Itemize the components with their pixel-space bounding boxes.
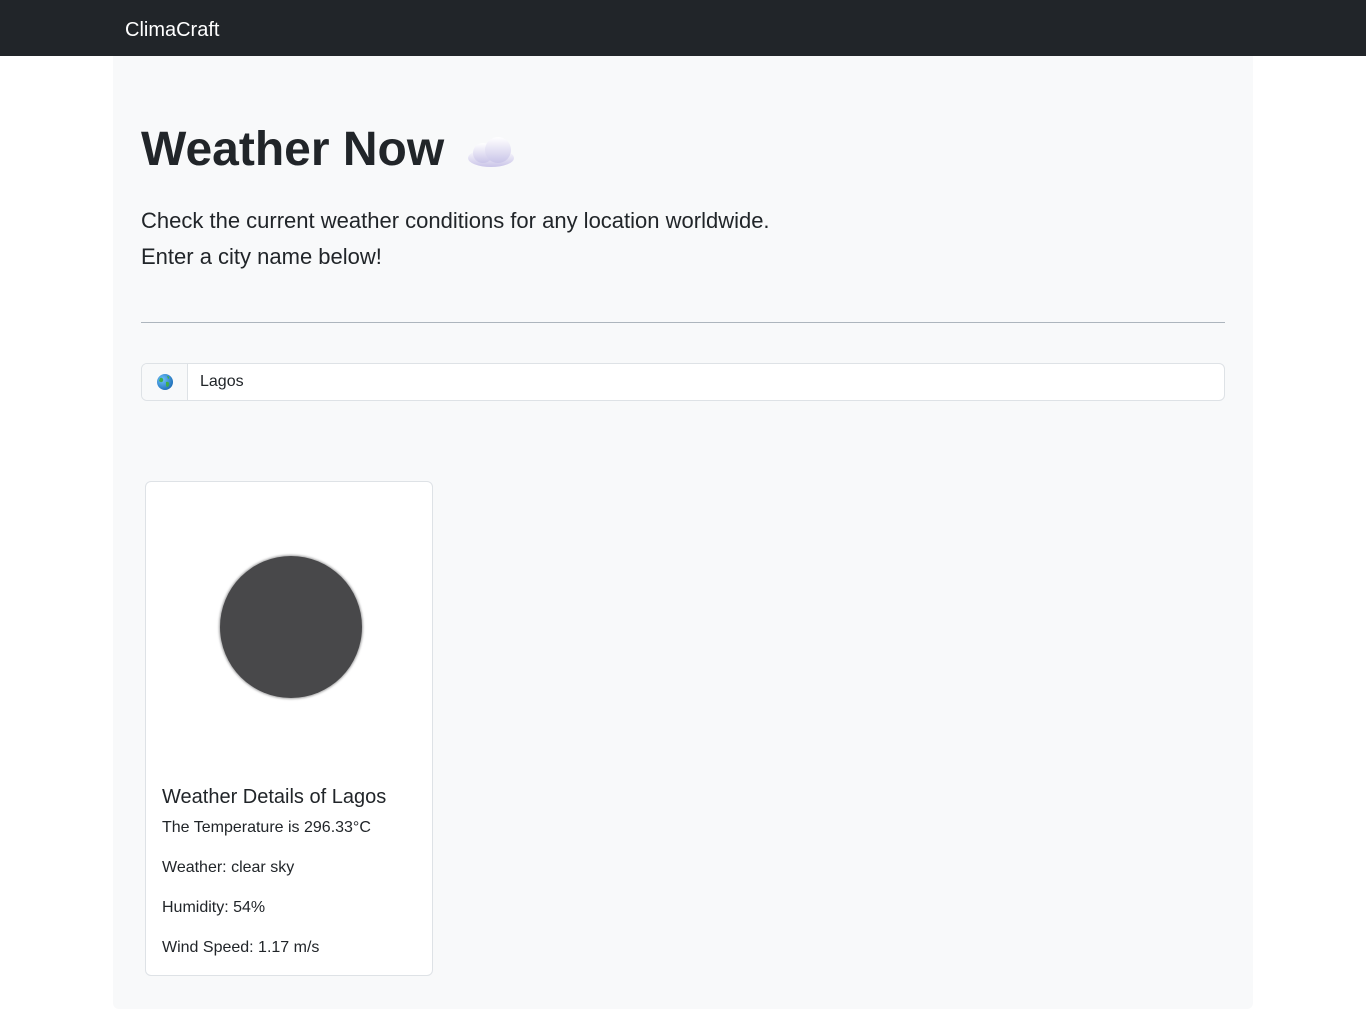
intro-line-1: Check the current weather conditions for… — [141, 208, 770, 233]
intro-text: Check the current weather conditions for… — [141, 203, 1041, 275]
divider — [141, 322, 1225, 323]
title-row: Weather Now — [141, 120, 516, 180]
temperature-text: The Temperature is 296.33°C — [162, 819, 371, 836]
city-search-input[interactable] — [188, 364, 1224, 400]
weather-card: Weather Details of Lagos The Temperature… — [145, 481, 433, 976]
humidity-text: Humidity: 54% — [162, 899, 266, 916]
weather-text: Weather: clear sky — [162, 859, 295, 876]
weather-condition-image — [220, 556, 362, 698]
hero-section: Weather Now Check the current weather co… — [113, 56, 1253, 1009]
page-title: Weather Now — [141, 123, 445, 176]
navbar: ClimaCraft — [0, 0, 1366, 56]
city-search-group — [141, 363, 1225, 401]
card-body: Weather Details of Lagos The Temperature… — [162, 782, 418, 976]
globe-icon — [142, 364, 188, 400]
cloud-icon — [466, 135, 516, 169]
wind-speed-text: Wind Speed: 1.17 m/s — [162, 939, 320, 956]
card-title: Weather Details of Lagos — [162, 786, 387, 808]
brand-link[interactable]: ClimaCraft — [125, 16, 219, 44]
intro-line-2: Enter a city name below! — [141, 244, 382, 269]
